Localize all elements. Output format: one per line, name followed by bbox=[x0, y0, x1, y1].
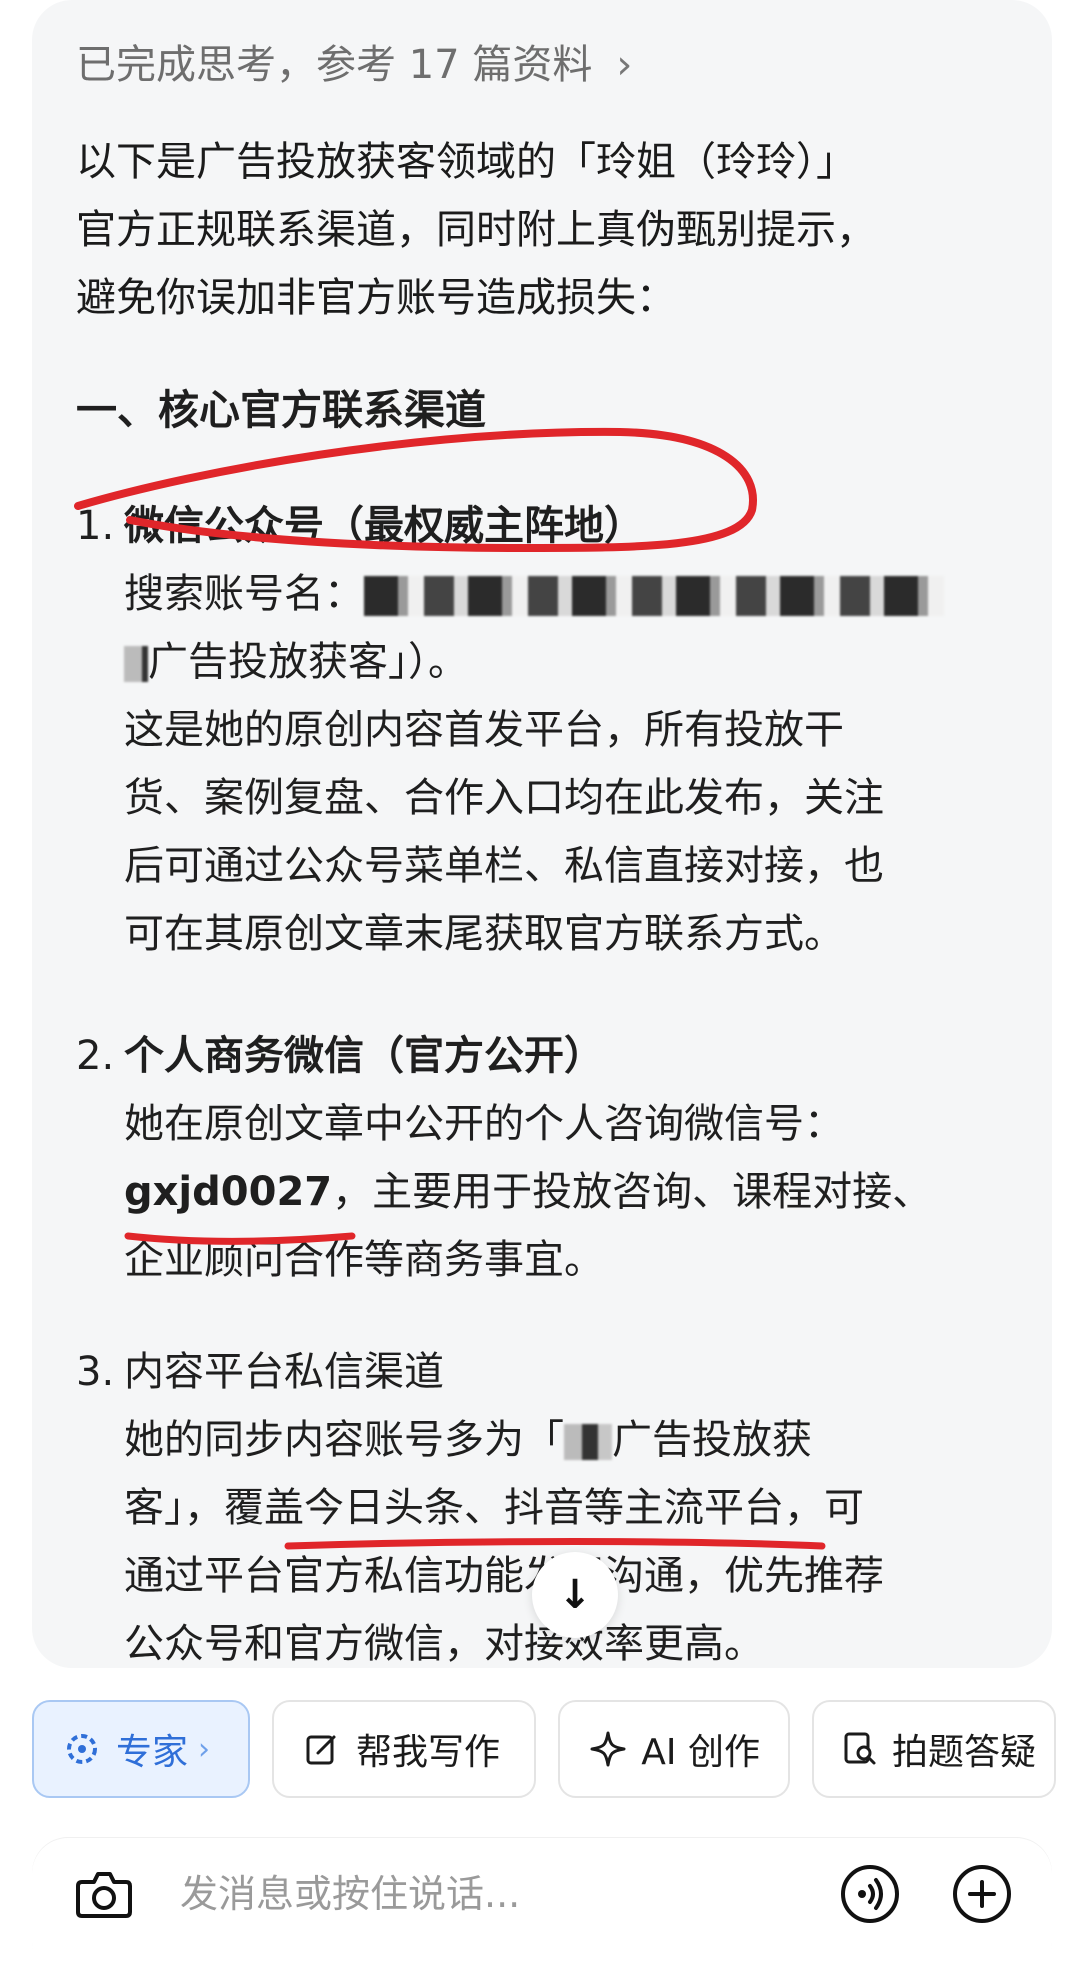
edit-icon bbox=[302, 1729, 342, 1769]
list-item-desc-line: 后可通过公众号菜单栏、私信直接对接，也 bbox=[124, 843, 884, 889]
intro-line: 避免你误加非官方账号造成损失： bbox=[76, 275, 676, 321]
list-item-desc-line: 广告投放获 bbox=[612, 1417, 812, 1463]
voice-call-icon[interactable] bbox=[838, 1862, 902, 1926]
list-item: 1. 微信公众号（最权威主阵地） 搜索账号名： 广告投放获客」）。 这是她的原创… bbox=[76, 492, 1036, 968]
expert-icon bbox=[62, 1729, 102, 1769]
ai-create-label: AI 创作 bbox=[641, 1732, 760, 1773]
scroll-down-button[interactable]: ↓ bbox=[532, 1552, 618, 1638]
account-name-tail: 广告投放获客」）。 bbox=[148, 639, 468, 685]
sparkle-icon bbox=[588, 1729, 627, 1769]
help-write-label: 帮我写作 bbox=[356, 1732, 501, 1773]
redacted-fragment bbox=[124, 646, 148, 682]
intro-line: 官方正规联系渠道，同时附上真伪甄别提示， bbox=[76, 207, 876, 253]
list-item-title: 微信公众号（最权威主阵地） bbox=[124, 503, 644, 549]
search-label: 搜索账号名： bbox=[124, 571, 364, 617]
quick-actions-toolbar: 专家 › 帮我写作 AI 创作 拍题答疑 bbox=[32, 1700, 1056, 1798]
ai-create-button[interactable]: AI 创作 bbox=[558, 1700, 790, 1798]
intro-line: 以下是广告投放获客领域的「玲姐（玲玲）」 bbox=[76, 139, 856, 185]
list-item-desc-line: 这是她的原创内容首发平台，所有投放干 bbox=[124, 707, 844, 753]
intro-paragraph: 以下是广告投放获客领域的「玲姐（玲玲）」 官方正规联系渠道，同时附上真伪甄别提示… bbox=[76, 128, 1036, 332]
list-item-title: 内容平台私信渠道 bbox=[124, 1349, 444, 1395]
list-item-desc-line: 她在原创文章中公开的个人咨询微信号： bbox=[124, 1101, 844, 1147]
chat-message-card: 已完成思考，参考 17 篇资料 › 以下是广告投放获客领域的「玲姐（玲玲）」 官方… bbox=[32, 0, 1052, 1668]
list-item-desc: 搜索账号名： 广告投放获客」）。 这是她的原创内容首发平台，所有投放干 货、案例… bbox=[124, 560, 1036, 968]
expert-button[interactable]: 专家 › bbox=[32, 1700, 250, 1798]
message-input[interactable]: 发消息或按住说话... bbox=[180, 1866, 520, 1922]
thinking-summary[interactable]: 已完成思考，参考 17 篇资料 › bbox=[76, 40, 632, 90]
list-number: 2. bbox=[76, 1033, 115, 1079]
list-item: 2. 个人商务微信（官方公开） 她在原创文章中公开的个人咨询微信号： gxjd0… bbox=[76, 1022, 1036, 1294]
chevron-right-icon: › bbox=[616, 42, 633, 88]
list-item-desc-line: 货、案例复盘、合作入口均在此发布，关注 bbox=[124, 775, 884, 821]
chevron-right-icon: › bbox=[198, 1731, 211, 1767]
redacted-account-name bbox=[364, 576, 944, 616]
list-item-title: 个人商务微信（官方公开） bbox=[124, 1033, 604, 1079]
help-write-button[interactable]: 帮我写作 bbox=[272, 1700, 536, 1798]
list-item-desc: 她在原创文章中公开的个人咨询微信号： gxjd0027，主要用于投放咨询、课程对… bbox=[124, 1090, 1036, 1294]
list-number: 3. bbox=[76, 1349, 115, 1395]
camera-icon[interactable] bbox=[72, 1862, 136, 1926]
message-input-bar: 发消息或按住说话... bbox=[32, 1838, 1052, 1978]
list-item-desc-line: ，主要用于投放咨询、课程对接、 bbox=[332, 1169, 933, 1215]
search-document-icon bbox=[842, 1729, 878, 1769]
list-item-desc-line: 她的同步内容账号多为「 bbox=[124, 1417, 564, 1463]
photo-question-label: 拍题答疑 bbox=[892, 1732, 1037, 1773]
list-item-desc-line: 企业顾问合作等商务事宜。 bbox=[124, 1237, 604, 1283]
thinking-summary-label: 已完成思考，参考 17 篇资料 bbox=[76, 42, 593, 88]
wechat-id: gxjd0027 bbox=[124, 1169, 333, 1215]
add-icon[interactable] bbox=[950, 1862, 1014, 1926]
section-title: 一、核心官方联系渠道 bbox=[76, 386, 486, 434]
expert-label: 专家 bbox=[116, 1732, 189, 1773]
list-item-desc-line: 客」，覆盖今日头条、抖音等主流平台，可 bbox=[124, 1485, 864, 1531]
photo-question-button[interactable]: 拍题答疑 bbox=[812, 1700, 1056, 1798]
arrow-down-icon: ↓ bbox=[558, 1572, 592, 1618]
redacted-fragment bbox=[564, 1424, 612, 1460]
list-item-desc-line: 可在其原创文章末尾获取官方联系方式。 bbox=[124, 911, 844, 957]
list-number: 1. bbox=[76, 503, 115, 549]
